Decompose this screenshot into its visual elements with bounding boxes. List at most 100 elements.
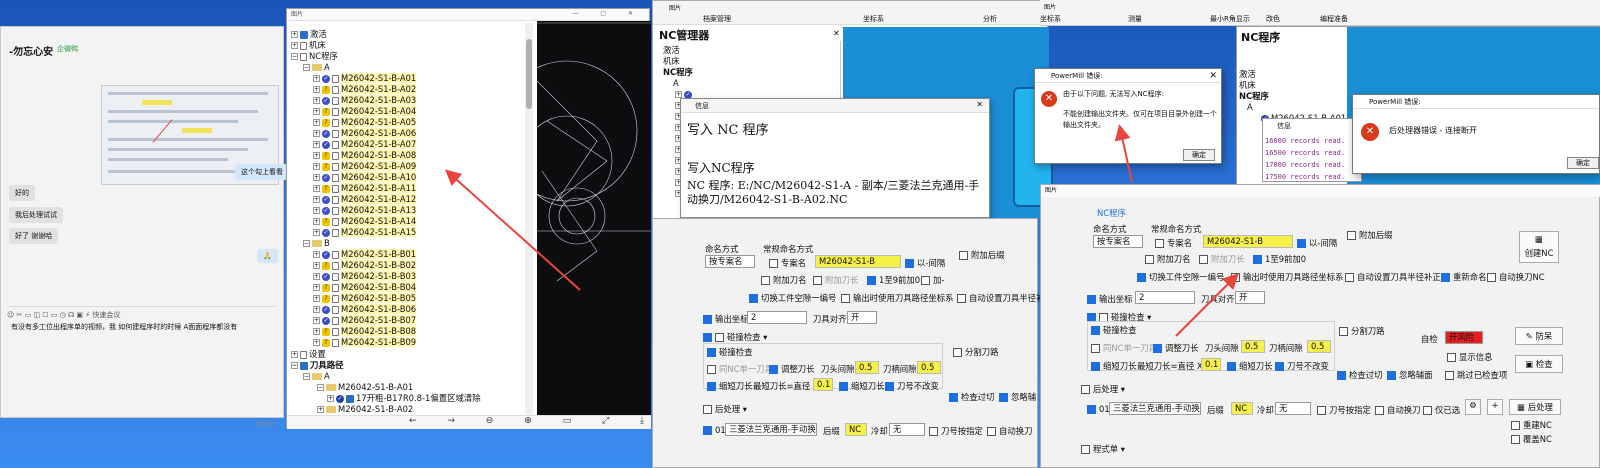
tree-node[interactable]: A [1247, 102, 1253, 113]
expand-icon[interactable]: + [313, 185, 320, 192]
naming-select[interactable]: 按专案名 [705, 255, 755, 268]
tree-node-tp1[interactable]: − M26042-S1-B-A01 [317, 382, 413, 393]
nc-program-item[interactable]: + ✓ M26042-S1-B-A10 [313, 172, 417, 183]
adjust-len-checkbox[interactable]: 调整刀长 [1153, 342, 1199, 354]
menu-item[interactable]: 编程准备 [1320, 14, 1348, 24]
tool-change-cfg-checkbox[interactable]: 刀号按指定 [929, 425, 983, 437]
append-tool-checkbox[interactable]: 附加刀名 [1145, 253, 1191, 265]
overwrite-checkbox[interactable]: 覆盖NC [1511, 433, 1552, 445]
ignore-checkbox[interactable]: 忽略辅面 [1387, 369, 1433, 381]
expand-icon[interactable]: + [313, 306, 320, 313]
auto-radius-checkbox[interactable]: 自动设置刀具半径补正 [1345, 271, 1441, 283]
nc-program-item[interactable]: + ✓ M26042-S1-B-A13 [313, 205, 417, 216]
out-coord-checkbox[interactable]: 输出坐标 [1087, 293, 1133, 305]
cad-viewport[interactable] [537, 21, 651, 419]
tool-no-change-checkbox[interactable]: 刀号不改变 [1275, 360, 1329, 372]
tree-node-group-a[interactable]: − A [303, 62, 330, 73]
suffix-field[interactable]: NC [1231, 402, 1253, 415]
menu-item[interactable]: 分析 [983, 14, 997, 24]
auto-change-checkbox[interactable]: 自动换刀 [1375, 404, 1421, 416]
collision-check-checkbox[interactable]: 碰撞检查 [707, 346, 753, 358]
coolant-select[interactable]: 无 [1275, 402, 1311, 415]
min-len-field[interactable]: 0.1 [813, 378, 833, 391]
tree-node-toolpath[interactable]: − 刀具路径 [291, 360, 344, 371]
proj-name-checkbox[interactable]: 专案名 [769, 257, 806, 269]
ignore-checkbox[interactable]: 忽略辅 [999, 391, 1036, 403]
nc-program-item[interactable]: + ✓ M26042-S1-B-A12 [313, 194, 417, 205]
auto-tc-checkbox[interactable]: 自动换刀NC [1487, 271, 1545, 283]
add-button[interactable]: + [1487, 399, 1503, 415]
expand-icon[interactable]: + [313, 130, 320, 137]
proj-name-field[interactable]: M26042-S1-B [1203, 235, 1293, 248]
nc-program-item[interactable]: + ✓ M26042-S1-B-A03 [313, 95, 417, 106]
tree-node[interactable]: 机床 [663, 56, 680, 67]
menu-item[interactable]: 坐标系 [1040, 14, 1061, 24]
close-icon[interactable]: ✕ [976, 100, 983, 109]
post-section[interactable]: 后处理 ▾ [703, 403, 747, 415]
coolant-select[interactable]: 无 [889, 423, 925, 436]
ok-button[interactable]: 确定 [1567, 157, 1599, 169]
expand-icon[interactable]: + [313, 97, 320, 104]
image-viewer-toolbar[interactable]: ← → ⊖ ⊕ ▭ ⤢ ⤓ ⤡ [287, 415, 682, 429]
tree-node-tp-a[interactable]: − A [303, 371, 330, 382]
split-checkbox[interactable]: 分割刀路 [1339, 325, 1385, 337]
adjust-len-checkbox[interactable]: 调整刀长 [769, 363, 815, 375]
expand-icon[interactable]: + [313, 174, 320, 181]
menu-item[interactable]: 最小R角显示 [1210, 14, 1250, 24]
expand-icon[interactable]: + [313, 196, 320, 203]
proj-name-checkbox[interactable]: 专案名 [1155, 237, 1192, 249]
expand-icon[interactable]: + [313, 229, 320, 236]
tree-node-ncprog[interactable]: − NC程序 [291, 51, 338, 62]
nc-program-item[interactable]: +? M26042-S1-B-A14 [313, 216, 417, 227]
window-controls[interactable]: — ▢ ✕ [572, 10, 643, 17]
append-post-checkbox[interactable]: 附加后缀 [959, 249, 1005, 261]
switch-ws-checkbox[interactable]: 切换工件空隙一编号 [1137, 271, 1224, 283]
collision-check-checkbox[interactable]: 碰撞检查 [1091, 324, 1137, 336]
tree-node[interactable]: 机床 [1239, 80, 1256, 91]
expand-icon[interactable]: + [313, 273, 320, 280]
expand-icon[interactable]: + [313, 75, 320, 82]
check-over-checkbox[interactable]: 检查过切 [1337, 369, 1383, 381]
expand-icon[interactable]: + [313, 152, 320, 159]
shorten-checkbox[interactable]: 缩短刀长 [1091, 360, 1137, 372]
expand-icon[interactable]: + [313, 108, 320, 115]
output-coord-checkbox[interactable]: 输出时使用刀具路径坐标系 [841, 292, 954, 304]
expand-icon[interactable]: + [313, 251, 320, 258]
nc-program-item[interactable]: + ✓ M26042-S1-B-A07 [313, 139, 417, 150]
output-coord-checkbox[interactable]: 输出时使用刀具路径坐标系 [1231, 271, 1344, 283]
self-check-field[interactable]: 开风险 [1445, 331, 1483, 344]
check-button[interactable]: ▣ 检查 [1515, 355, 1563, 373]
tree-node-machine[interactable]: + 机床 [291, 40, 326, 51]
chat-toolbar[interactable]: ☺ ✂ ▭ ◫ ☐ ▭ ◷ ☊ ▣ ⚡ 快速会议 [7, 306, 277, 320]
append-len-checkbox[interactable]: 附加刀长 [813, 274, 859, 286]
ok-button[interactable]: 确定 [1183, 149, 1215, 161]
program-sheet-section[interactable]: 程式单 ▾ [1081, 443, 1125, 455]
collision-section[interactable]: 碰撞检查 ▾ [703, 331, 767, 343]
min-len-field[interactable]: 0.1 [1201, 358, 1221, 371]
naming-select[interactable]: 按专案名 [1093, 235, 1143, 248]
nc-program-item[interactable]: +? M26042-S1-B-A11 [313, 183, 417, 194]
expand-icon[interactable]: + [313, 141, 320, 148]
show-info-checkbox[interactable]: 显示信息 [1447, 351, 1493, 363]
add-checkbox[interactable]: 加- [921, 274, 944, 286]
nc-program-item[interactable]: +? M26042-S1-B-A04 [313, 106, 417, 117]
post01-checkbox[interactable]: 01 [1087, 404, 1110, 414]
nc-program-item[interactable]: + ✓ M26042-S1-B-B01 [313, 249, 417, 260]
out-coord-select[interactable]: 2 [1135, 291, 1195, 304]
shank-gap-field[interactable]: 0.5 [917, 361, 941, 374]
out-coord-checkbox[interactable]: 输出坐标 [703, 313, 749, 325]
pad9-checkbox[interactable]: 1至9前加0 [1253, 253, 1306, 265]
check-over-checkbox[interactable]: 检查过切 [949, 391, 995, 403]
post01-checkbox[interactable]: 01 [703, 425, 726, 435]
expand-icon[interactable]: + [313, 328, 320, 335]
tool-align-select[interactable]: 开 [847, 311, 877, 324]
tree-node-tp2[interactable]: + M26042-S1-B-A02 [317, 404, 413, 415]
nc-program-item[interactable]: + ✓ M26042-S1-B-A01 [313, 73, 417, 84]
tool-align-select[interactable]: 开 [1235, 291, 1265, 304]
nc-program-item[interactable]: + ✓ M26042-S1-B-A06 [313, 128, 417, 139]
expand-icon[interactable]: + [313, 163, 320, 170]
nc-program-item[interactable]: + ✓ M26042-S1-B-B07 [313, 315, 417, 326]
menu-item[interactable]: 档案管理 [703, 14, 731, 24]
nc-program-item[interactable]: + ✓ M26042-S1-B-A15 [313, 227, 417, 238]
send-button[interactable]: 发送(S) [255, 419, 276, 428]
